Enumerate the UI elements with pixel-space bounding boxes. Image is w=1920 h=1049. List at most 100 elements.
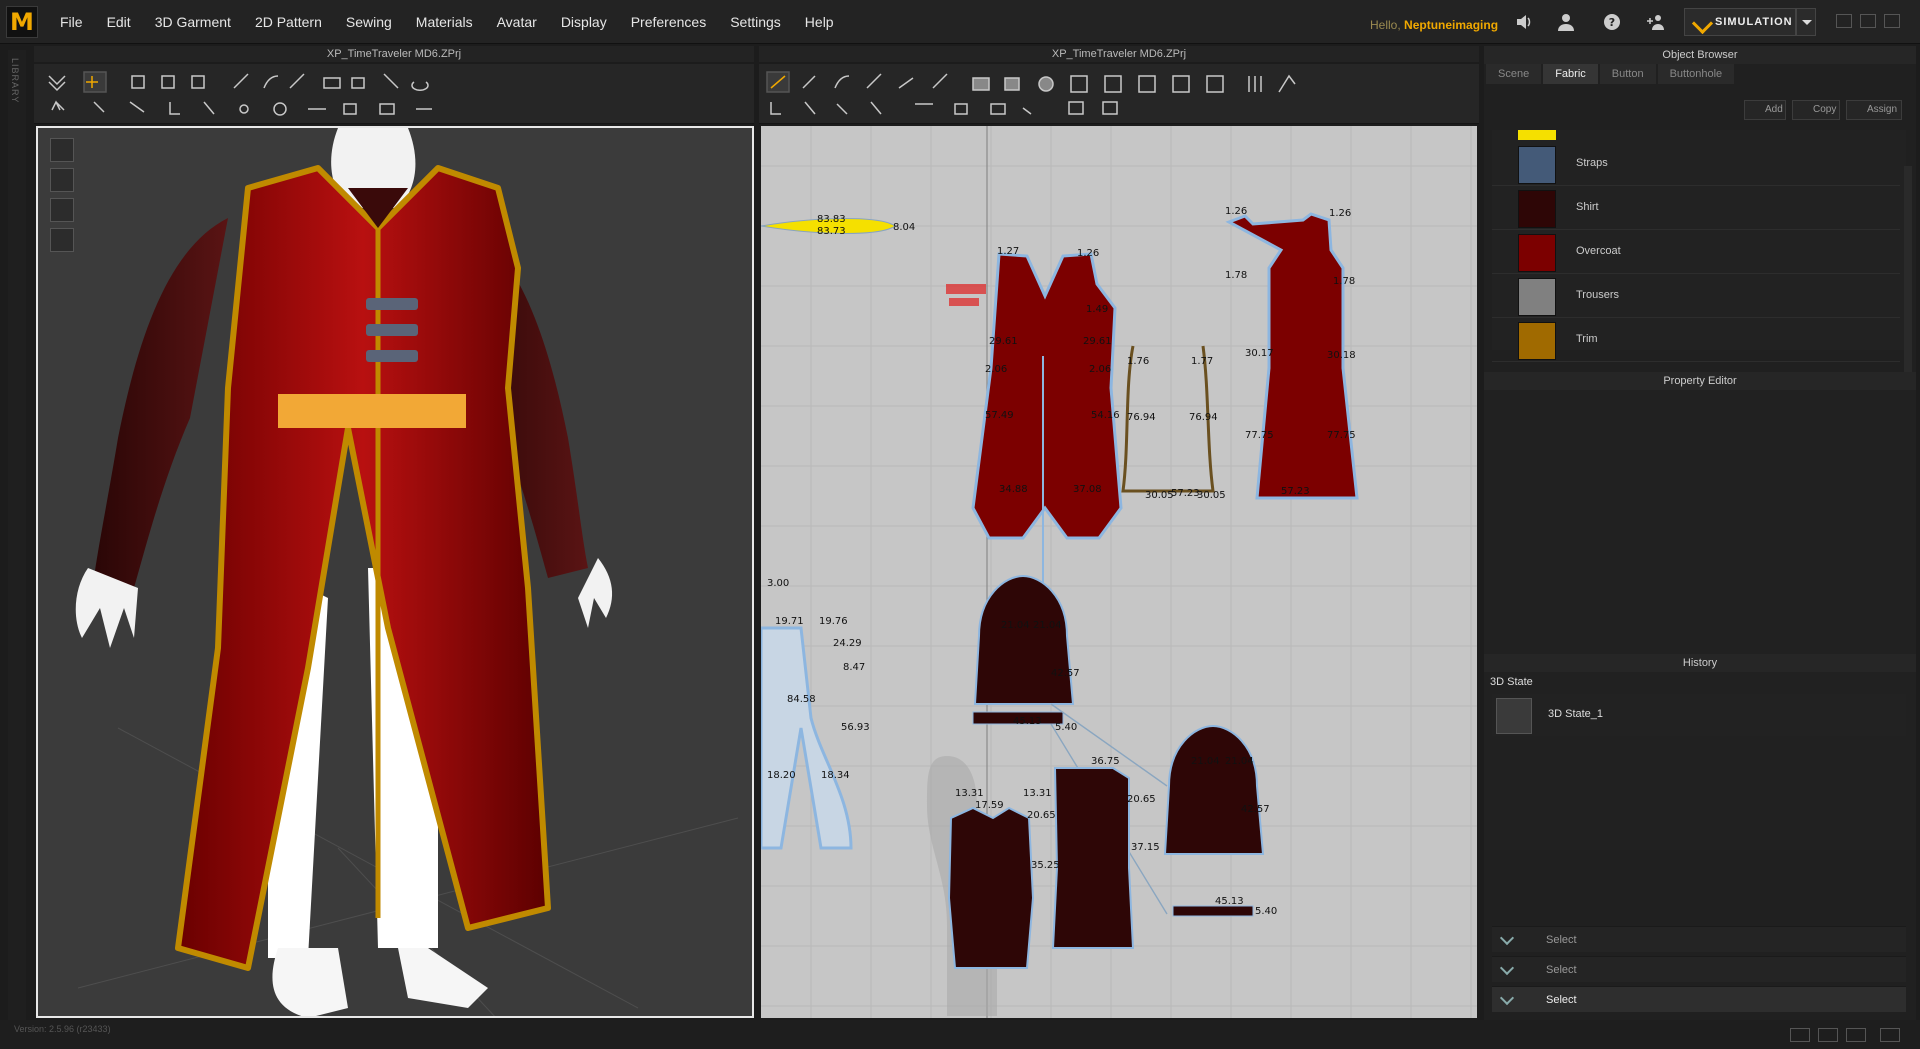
menu-help[interactable]: Help [805,14,834,30]
menu-edit[interactable]: Edit [107,14,131,30]
simulation-dropdown-button[interactable] [1796,8,1816,36]
label-back-g: 77.75 [1245,430,1274,441]
label-back-c: 1.78 [1225,270,1247,281]
side-panel: Object Browser Scene Fabric Button Butto… [1484,46,1916,1036]
add-fabric-button[interactable]: Add [1744,100,1786,120]
fabric-swatch [1518,278,1556,316]
menu-display[interactable]: Display [561,14,607,30]
user-name[interactable]: Neptuneimaging [1404,18,1498,32]
property-editor-title: Property Editor [1484,372,1916,390]
tab-button[interactable]: Button [1599,64,1656,84]
viewport-2d-pattern[interactable]: 83.83 83.73 8.04 1.27 1.26 1.49 29.61 29… [761,126,1477,1018]
history-row-label: Select [1546,994,1577,1006]
viewport-3d[interactable] [36,126,754,1018]
history-section-label: 3D State [1490,676,1533,688]
label-front-e: 29.61 [1083,336,1112,347]
avatar-garment-render[interactable] [38,128,754,1018]
texture-view-icon[interactable] [50,198,74,222]
fabric-name: Shirt [1576,201,1599,213]
simulation-button[interactable]: SIMULATION [1684,8,1796,36]
help-icon[interactable]: ? [1602,12,1622,32]
menu-sewing[interactable]: Sewing [346,14,392,30]
history-row-label: Select [1546,934,1577,946]
menu-2d-pattern[interactable]: 2D Pattern [255,14,322,30]
fabric-name: Overcoat [1576,245,1621,257]
fabric-swatch [1518,146,1556,184]
label-front-a: 1.27 [997,246,1019,257]
menu-avatar[interactable]: Avatar [497,14,537,30]
label-back-d: 1.78 [1333,276,1355,287]
close-button[interactable] [1884,14,1900,28]
label-left-e: 8.47 [843,662,865,673]
fabric-row-trousers[interactable]: Trousers [1492,274,1900,318]
fabric-name: Trousers [1576,289,1619,301]
label-front-h: 57.49 [985,410,1014,421]
fabric-swatch [1518,190,1556,228]
menu-settings[interactable]: Settings [730,14,781,30]
fabric-row-straps[interactable]: Straps [1492,142,1900,186]
fabric-list-scrollbar[interactable] [1904,166,1912,406]
label-sleeve1-e: 5.40 [1055,722,1077,733]
user-greeting: Hello, Neptuneimaging [1370,18,1498,32]
fabric-row-trim[interactable]: Trim [1492,318,1900,362]
menu-file[interactable]: File [60,14,83,30]
view-3d-icon[interactable] [1818,1028,1838,1042]
label-vest-c: 17.59 [975,800,1004,811]
user-icon[interactable] [1556,12,1576,32]
history-row[interactable]: Select [1492,926,1906,952]
label-front-k: 34.88 [999,484,1028,495]
label-vest-b: 13.31 [1023,788,1052,799]
svg-text:?: ? [1609,16,1615,29]
fabric-row-shirt[interactable]: Shirt [1492,186,1900,230]
avatar-view-icon[interactable] [50,168,74,192]
speaker-icon[interactable] [1514,12,1534,32]
label-back-f: 30.18 [1327,350,1356,361]
label-back-i: 57.23 [1281,486,1310,497]
pattern-window[interactable]: 83.83 83.73 8.04 1.27 1.26 1.49 29.61 29… [761,126,1477,1018]
label-left-a: 3.00 [767,578,789,589]
fabric-swatch [1518,322,1556,360]
fabric-name: Trim [1576,333,1598,345]
tab-scene[interactable]: Scene [1486,64,1542,84]
label-left-g: 56.93 [841,722,870,733]
label-back-h: 77.75 [1327,430,1356,441]
menu-3d-garment[interactable]: 3D Garment [155,14,231,30]
toolbar-2d [759,64,1479,124]
label-front-b: 1.26 [1077,248,1099,259]
avatar-add-icon[interactable] [1646,12,1666,32]
label-vest-e: 35.25 [1031,860,1060,871]
menu-preferences[interactable]: Preferences [631,14,706,30]
toolbar-2d-icons[interactable] [759,64,1479,124]
copy-fabric-button[interactable]: Copy [1792,100,1840,120]
refresh-icon[interactable] [1880,1028,1900,1042]
history-row[interactable]: Select [1492,956,1906,982]
assign-fabric-button[interactable]: Assign [1846,100,1902,120]
window-2d-title: XP_TimeTraveler MD6.ZPrj [759,46,1479,62]
skin-view-icon[interactable] [50,228,74,252]
view-2d-icon[interactable] [1846,1028,1866,1042]
garment-view-icon[interactable] [50,138,74,162]
label-left-i: 18.34 [821,770,850,781]
history-row-active[interactable]: Select [1492,986,1906,1012]
fabric-row-overcoat[interactable]: Overcoat [1492,230,1900,274]
label-back-b: 1.26 [1329,208,1351,219]
tab-fabric[interactable]: Fabric [1543,64,1598,84]
history-state-item[interactable]: 3D State_1 [1492,694,1906,736]
label-back-a: 1.26 [1225,206,1247,217]
fabric-name: Straps [1576,157,1608,169]
label-side-f: 57.23 [1171,488,1200,499]
menu-materials[interactable]: Materials [416,14,473,30]
fabric-swatch-partial[interactable] [1518,130,1556,140]
restore-button[interactable] [1860,14,1876,28]
status-bar: Version: 2.5.96 (r23433) [0,1020,1920,1049]
split-view-icon[interactable] [1790,1028,1810,1042]
label-sleeve1-a: 21.04 [1001,620,1030,631]
tab-buttonhole[interactable]: Buttonhole [1657,64,1735,84]
label-back-e: 30.17 [1245,348,1274,359]
toolbar-3d-icons[interactable] [34,64,754,124]
label-front-c: 1.49 [1086,304,1108,315]
label-sleeve1-d: 45.13 [1013,716,1042,727]
minimize-button[interactable] [1836,14,1852,28]
library-panel[interactable]: LIBRARY [8,50,26,1040]
app-window: M File Edit 3D Garment 2D Pattern Sewing… [0,0,1920,1049]
